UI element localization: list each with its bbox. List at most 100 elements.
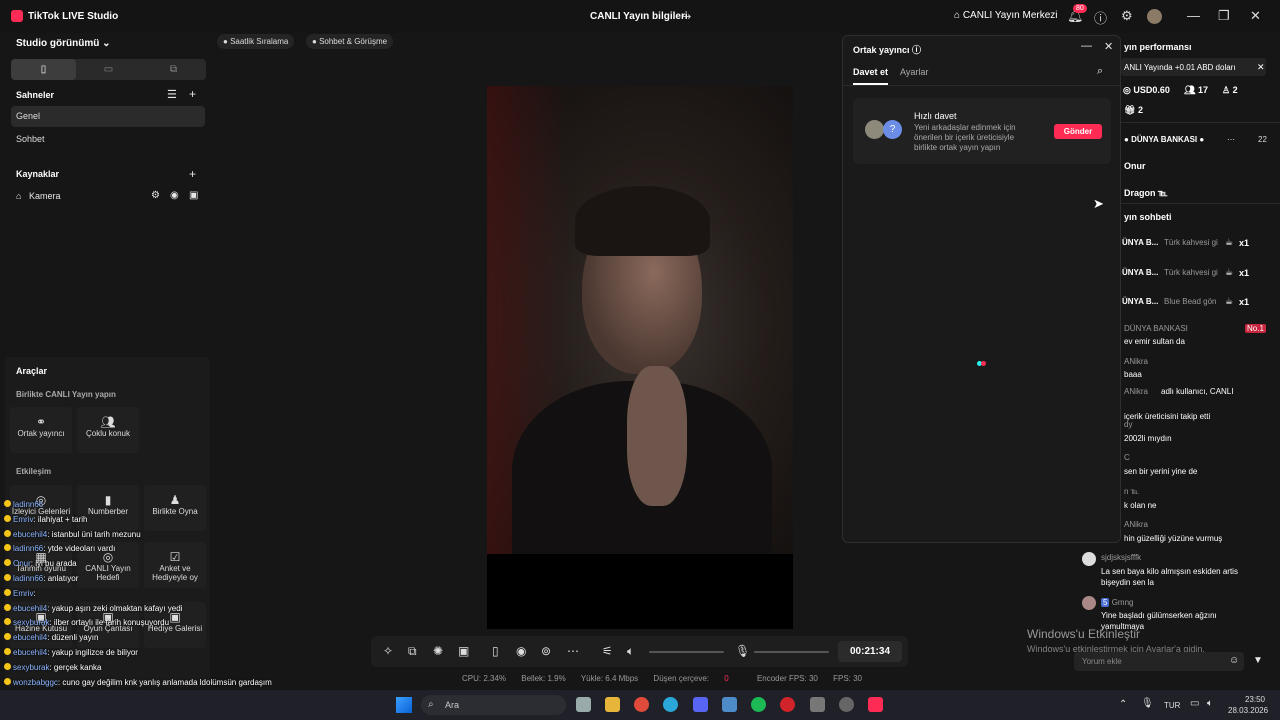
comment-input[interactable]: Yorum ekle	[1074, 652, 1244, 671]
volume-icon[interactable]: 🔈︎	[1207, 698, 1213, 709]
overlay-chat-line: sexyburak: gerçek kanka	[4, 662, 102, 672]
minimize-icon[interactable]: —	[1187, 8, 1200, 23]
source-camera-label: Kamera	[28, 191, 61, 201]
tool-card[interactable]: ♟ Birlikte Oyna	[144, 485, 206, 531]
mixer-icon[interactable]: ⚟	[602, 644, 613, 658]
dropped-frames-label: Düşen çerçeve:	[653, 674, 710, 683]
add-scene-icon[interactable]: +	[189, 87, 196, 101]
landscape-button[interactable]: ▭	[76, 59, 141, 80]
encoder-fps-stat: Encoder FPS: 30	[756, 674, 818, 683]
gear-icon[interactable]: ⚙	[1121, 8, 1133, 24]
send-button[interactable]: Gönder	[1054, 124, 1102, 139]
minimize-icon[interactable]: —	[1081, 40, 1092, 52]
discord-icon[interactable]	[693, 697, 708, 712]
dual-button[interactable]: ⧉	[141, 59, 206, 80]
windows-start-icon[interactable]	[396, 697, 412, 713]
taskbar: Ara ⌕ ⌃ 🎙︎ TUR ▭ 🔈︎ 23:50 28.03.2026	[0, 690, 1280, 720]
edge-icon[interactable]	[663, 697, 678, 712]
chat-text: : düzenli yayın	[47, 633, 99, 643]
settings-small-icon[interactable]: ⚙	[151, 190, 160, 201]
close-icon[interactable]: ✕	[1257, 62, 1265, 73]
chat-chip[interactable]: ● Sohbet & Görüşme	[306, 34, 394, 49]
live-center-button[interactable]: ⌂ CANLI Yayın Merkezi	[954, 10, 1058, 21]
user-badge-icon	[4, 544, 11, 552]
opera-icon[interactable]	[780, 697, 795, 712]
replay-icon[interactable]: ⊚	[541, 644, 551, 658]
chat-username: n ℡	[1124, 487, 1140, 496]
gift-name: Türk kahvesi gi	[1164, 267, 1218, 277]
chat-text: hin güzelliği yüzüne vurmuş	[1124, 534, 1223, 543]
live-info-title[interactable]: CANLI Yayın bilgileri	[590, 11, 688, 22]
chat-title: yın sohbeti	[1124, 212, 1172, 222]
chat-text: 2002li mıydın	[1124, 434, 1172, 443]
phone-icon[interactable]: ▯	[492, 644, 499, 658]
studio-view-label: Studio görünümü	[16, 38, 100, 49]
chat-text: : yakup ingilizce de biliyor	[47, 648, 138, 657]
spotify-icon[interactable]	[751, 697, 766, 712]
tool-card[interactable]: ▮ Numberber	[77, 485, 139, 531]
portrait-button[interactable]: ▯	[11, 59, 76, 80]
help-icon[interactable]: ⓘ	[912, 45, 921, 55]
hourly-ranking-chip[interactable]: ● Saatlik Sıralama	[217, 34, 295, 49]
microphone-icon[interactable]: 🎙︎	[1141, 698, 1154, 709]
camera-preview[interactable]	[487, 86, 793, 554]
gift-icon: ☕︎	[1225, 237, 1234, 247]
app-icon[interactable]	[722, 697, 737, 712]
mic-slider[interactable]	[754, 651, 829, 653]
cohost-tool[interactable]: ⚭ Ortak yayıncı	[10, 407, 72, 453]
camera-icon: ⌂	[16, 191, 22, 201]
help-icon[interactable]: ⓘ	[1094, 8, 1107, 27]
user-badge-icon	[4, 500, 11, 507]
add-source-icon[interactable]: +	[189, 167, 196, 181]
multi-guest-tool[interactable]: 👥︎ Çoklu konuk	[77, 407, 139, 453]
clock-time[interactable]: 23:50	[1230, 695, 1265, 704]
scene-item[interactable]: Sohbet	[11, 129, 205, 150]
maximize-icon[interactable]: ❐	[1218, 8, 1230, 24]
microphone-icon[interactable]: 🎙︎	[735, 644, 750, 658]
chat-text: : yakup aşırı zeki olmaktan kafayı yedi	[47, 603, 183, 613]
magic-icon[interactable]: ✧	[383, 644, 393, 658]
screen-icon[interactable]: ▣	[458, 644, 469, 658]
eye-icon[interactable]: ◉	[170, 190, 179, 201]
chrome-icon[interactable]	[634, 697, 649, 712]
search-icon[interactable]: ⌕	[1097, 65, 1103, 78]
tool-label: Birlikte Oyna	[152, 507, 198, 516]
emoji-icon[interactable]: ☺	[1229, 655, 1239, 666]
user-badge-icon	[4, 588, 11, 596]
tool-card[interactable]: ☑ Anket ve Hediyeyle oy	[144, 542, 206, 588]
tab-settings[interactable]: Ayarlar	[900, 67, 928, 77]
language-indicator[interactable]: TUR	[1164, 701, 1180, 710]
tray-chevron-icon[interactable]: ⌃	[1119, 699, 1127, 710]
speaker-icon[interactable]: 🔈︎	[627, 644, 634, 659]
layout-icon[interactable]: ⧉	[408, 644, 417, 659]
more-icon[interactable]: ⋯	[567, 644, 579, 658]
person-hand	[627, 366, 687, 506]
chat-text: içerik üreticisini takip etti	[1124, 412, 1211, 421]
gift-user: ÜNYA B...	[1122, 297, 1159, 306]
task-view-icon[interactable]	[576, 697, 591, 712]
obs-icon[interactable]	[839, 697, 854, 712]
more-icon[interactable]: ⋯	[1227, 135, 1235, 144]
tab-invite[interactable]: Davet et	[853, 67, 889, 85]
lock-icon[interactable]: ▣	[189, 190, 198, 201]
avatar[interactable]	[1147, 9, 1162, 24]
effects-icon[interactable]: ✺	[433, 644, 443, 658]
close-icon[interactable]: ✕	[1104, 40, 1113, 53]
scene-item[interactable]: Genel	[11, 106, 205, 127]
filter-icon[interactable]: ▼	[1253, 655, 1263, 666]
list-icon[interactable]: ☰	[167, 88, 177, 101]
gift-icon: ☕︎	[1225, 266, 1234, 277]
volume-slider[interactable]	[649, 651, 724, 653]
tiktok-live-icon[interactable]	[868, 697, 883, 712]
share-icon[interactable]: ↪	[682, 10, 691, 23]
file-explorer-icon[interactable]	[605, 697, 620, 712]
studio-view-dropdown[interactable]: Studio görünümü ⌄	[16, 38, 111, 49]
app-icon[interactable]	[810, 697, 825, 712]
clock-date[interactable]: 28.03.2026	[1228, 706, 1268, 715]
close-icon[interactable]: ✕	[1250, 8, 1261, 24]
taskbar-search[interactable]: Ara	[421, 695, 566, 715]
network-icon[interactable]: ▭	[1190, 698, 1199, 709]
source-camera[interactable]: ⌂ Kamera	[16, 191, 60, 201]
chat-text: : ilber ortaylı ile tarih konuşuyordu	[49, 618, 170, 628]
record-icon[interactable]: ◉	[516, 644, 526, 658]
